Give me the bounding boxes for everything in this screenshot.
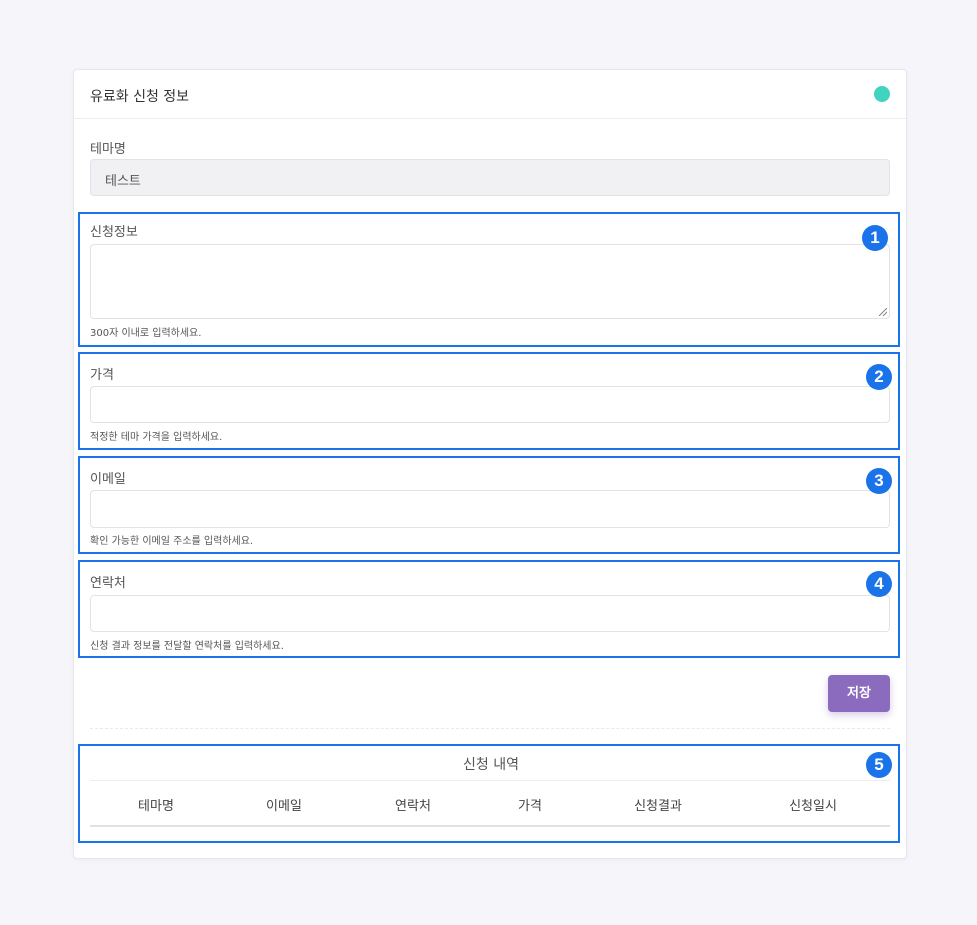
- highlight-box-price: [78, 352, 900, 450]
- section-divider: [90, 728, 890, 729]
- marker-1-icon: 1: [862, 225, 888, 251]
- theme-name-field: 테스트: [90, 159, 890, 196]
- highlight-box-email: [78, 456, 900, 554]
- theme-name-label: 테마명: [90, 142, 126, 157]
- marker-4-icon: 4: [866, 571, 892, 597]
- highlight-box-history: [78, 744, 900, 843]
- marker-3-icon: 3: [866, 468, 892, 494]
- card-title: 유료화 신청 정보: [90, 89, 190, 105]
- marker-5-icon: 5: [866, 752, 892, 778]
- save-button[interactable]: 저장: [828, 675, 890, 712]
- highlight-box-contact: [78, 560, 900, 658]
- highlight-box-apply-info: [78, 212, 900, 347]
- card-header: 유료화 신청 정보: [74, 70, 906, 119]
- status-dot-icon: [874, 86, 890, 102]
- marker-2-icon: 2: [866, 364, 892, 390]
